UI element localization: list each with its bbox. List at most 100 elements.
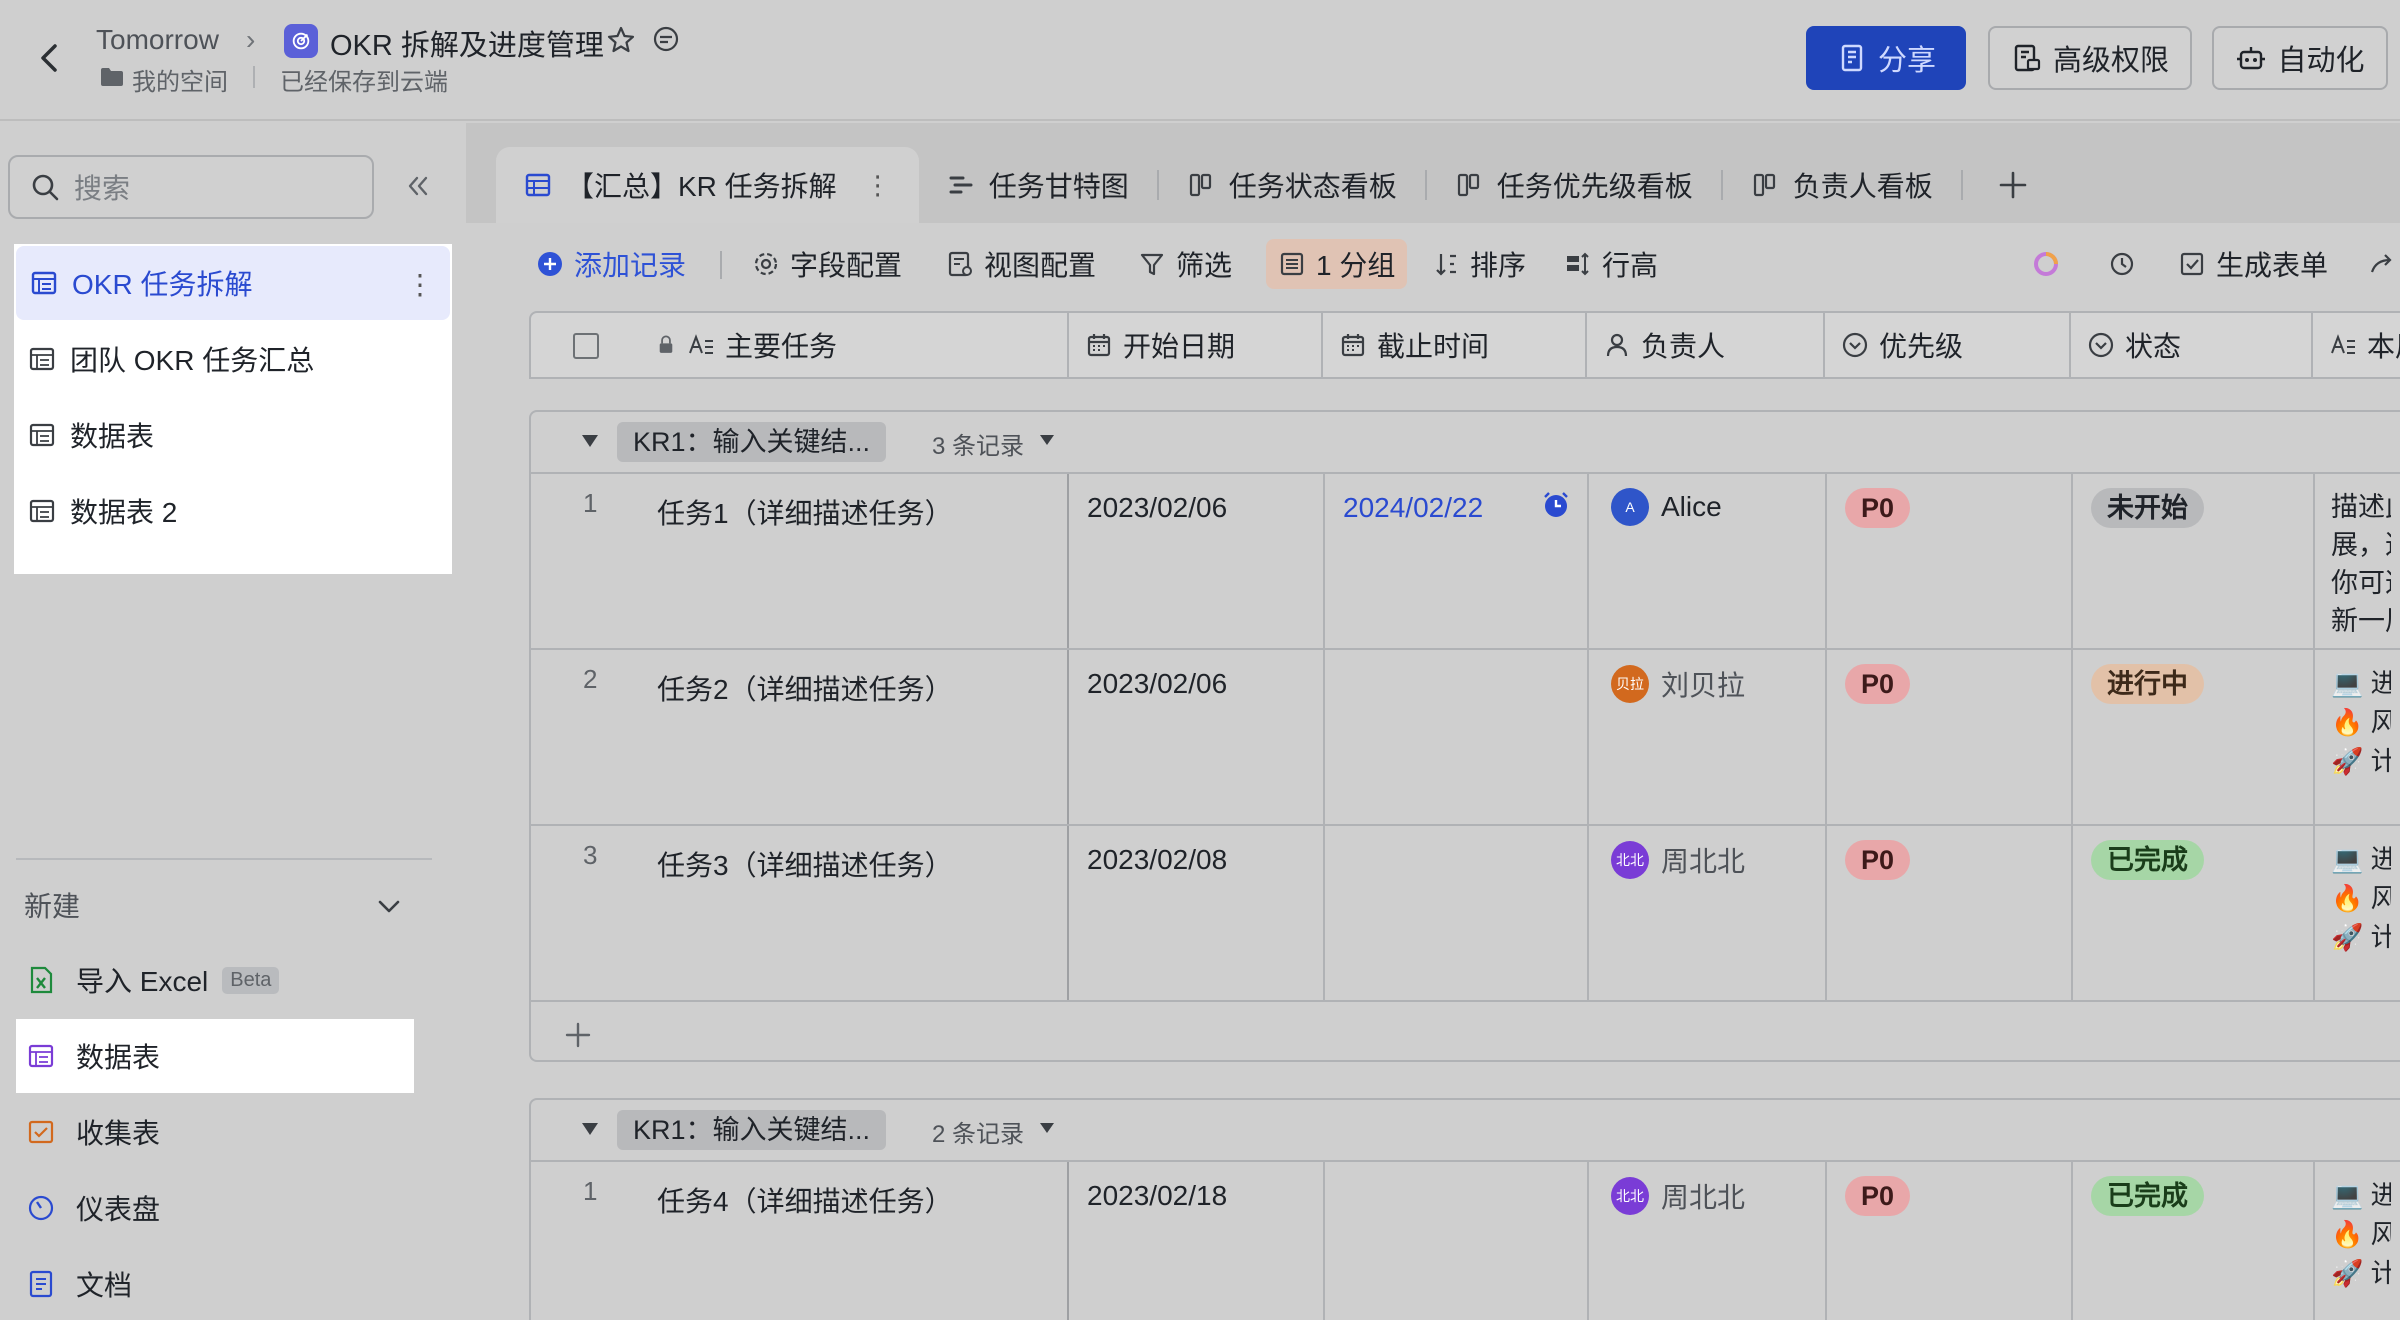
add-row-button[interactable] [531, 1002, 2400, 1064]
sidebar-item-team-okr[interactable]: 团队 OKR 任务汇总 [14, 322, 452, 396]
caret-down-icon[interactable] [1039, 434, 1055, 446]
caret-down-icon[interactable] [581, 434, 599, 448]
create-form-button[interactable]: 收集表 [16, 1095, 414, 1169]
column-title: 优先级 [1879, 331, 1964, 362]
owner-cell[interactable]: A Alice [1591, 474, 1827, 648]
view-config-button[interactable]: 视图配置 [946, 239, 1096, 289]
share-view-icon[interactable] [2368, 239, 2396, 289]
weekly-cell[interactable]: 💻 进 🔥 风 🚀 计 [2317, 650, 2400, 824]
sidebar-item-datatable-2[interactable]: 数据表 2 [14, 474, 452, 548]
comment-icon[interactable] [650, 24, 682, 56]
weekly-cell[interactable]: 💻 进 🔥 风 🚀 计 [2317, 826, 2400, 1000]
star-icon[interactable] [605, 24, 637, 56]
import-excel-button[interactable]: 导入 Excel Beta [16, 943, 414, 1017]
status-cell[interactable]: 未开始 [2075, 474, 2315, 648]
owner-name: 刘贝拉 [1661, 670, 1746, 701]
sidebar-item-datatable[interactable]: 数据表 [14, 398, 452, 472]
more-icon[interactable]: ⋮ [406, 268, 434, 300]
caret-down-icon[interactable] [1039, 1122, 1055, 1134]
tab-priority-kanban[interactable]: 任务优先级看板 [1427, 147, 1721, 223]
priority-cell[interactable]: P0 [1829, 474, 2073, 648]
field-config-button[interactable]: 字段配置 [752, 239, 902, 289]
start-date-cell[interactable]: 2023/02/06 [1071, 650, 1325, 824]
collapse-sidebar-icon[interactable] [402, 171, 432, 201]
create-item-label: 仪表盘 [76, 1194, 161, 1225]
row-height-button[interactable]: 行高 [1564, 239, 1658, 289]
status-cell[interactable]: 进行中 [2075, 650, 2315, 824]
weekly-cell[interactable]: 💻 进 🔥 风 🚀 计 [2317, 1162, 2400, 1320]
tab-gantt[interactable]: 任务甘特图 [919, 147, 1157, 223]
lock-icon [659, 335, 673, 353]
priority-cell[interactable]: P0 [1829, 1162, 2073, 1320]
column-header-priority[interactable]: 优先级 [1827, 313, 2071, 377]
date-value: 2023/02/06 [1087, 668, 1228, 699]
start-date-cell[interactable]: 2023/02/18 [1071, 1162, 1325, 1320]
table-row[interactable]: 2 任务2（详细描述任务） 2023/02/06 贝拉 刘贝拉 P0 进行中 💻… [531, 650, 2400, 826]
owner-cell[interactable]: 北北 周北北 [1591, 826, 1827, 1000]
single-select-icon [1842, 332, 1868, 358]
chevron-down-icon[interactable] [372, 889, 406, 923]
breadcrumb-workspace[interactable]: Tomorrow [96, 24, 219, 56]
due-date-cell[interactable] [1327, 650, 1589, 824]
create-dashboard-button[interactable]: 仪表盘 [16, 1171, 414, 1245]
generate-form-button[interactable]: 生成表单 [2178, 239, 2328, 289]
column-header-task[interactable]: 主要任务 [531, 313, 1069, 377]
due-date-cell[interactable] [1327, 1162, 1589, 1320]
calendar-icon [1087, 334, 1111, 357]
group-button[interactable]: 1 分组 [1266, 239, 1408, 289]
column-header-weekly[interactable]: 本周 [2315, 313, 2400, 377]
table-row[interactable]: 1 任务4（详细描述任务） 2023/02/18 北北 周北北 P0 已完成 💻… [531, 1162, 2400, 1320]
filter-button[interactable]: 筛选 [1138, 239, 1232, 289]
history-icon[interactable] [2108, 239, 2136, 289]
share-label: 分享 [1877, 45, 1936, 77]
create-doc-button[interactable]: 文档 [16, 1247, 414, 1320]
group-card: KR1：输入关键结... 3 条记录 1 任务1（详细描述任务） 2023/02… [529, 410, 2400, 1062]
tab-owner-kanban[interactable]: 负责人看板 [1723, 147, 1961, 223]
table-row[interactable]: 3 任务3（详细描述任务） 2023/02/08 北北 周北北 P0 已完成 💻… [531, 826, 2400, 1002]
doc-title[interactable]: OKR 拆解及进度管理 [330, 22, 604, 64]
select-all-checkbox[interactable] [573, 333, 599, 359]
status-cell[interactable]: 已完成 [2075, 826, 2315, 1000]
column-header-status[interactable]: 状态 [2073, 313, 2313, 377]
color-icon[interactable] [2032, 239, 2060, 289]
person-icon [1606, 333, 1628, 357]
priority-cell[interactable]: P0 [1829, 650, 2073, 824]
weekly-note: 💻 进 🔥 风 🚀 计 [2331, 664, 2391, 781]
more-icon[interactable]: ⋮ [865, 170, 891, 201]
column-header-owner[interactable]: 负责人 [1589, 313, 1825, 377]
add-record-button[interactable]: 添加记录 [536, 239, 686, 289]
start-date-cell[interactable]: 2023/02/08 [1071, 826, 1325, 1000]
automation-button[interactable]: 自动化 [2212, 26, 2388, 90]
group-icon [1280, 252, 1304, 276]
search-input[interactable]: 搜索 [8, 155, 374, 219]
group-header[interactable]: KR1：输入关键结... 3 条记录 [531, 412, 2400, 474]
alarm-icon[interactable] [1541, 490, 1571, 520]
caret-down-icon[interactable] [581, 1122, 599, 1136]
advanced-permissions-button[interactable]: 高级权限 [1988, 26, 2192, 90]
owner-cell[interactable]: 北北 周北北 [1591, 1162, 1827, 1320]
space-location[interactable]: 我的空间 [132, 62, 228, 97]
due-date-cell[interactable] [1327, 826, 1589, 1000]
sidebar-item-okr-tasks[interactable]: OKR 任务拆解 ⋮ [16, 246, 450, 320]
owner-cell[interactable]: 贝拉 刘贝拉 [1591, 650, 1827, 824]
status-cell[interactable]: 已完成 [2075, 1162, 2315, 1320]
create-datatable-button[interactable]: 数据表 [16, 1019, 414, 1093]
due-date-cell[interactable]: 2024/02/22 [1327, 474, 1589, 648]
sort-button[interactable]: 排序 [1432, 239, 1526, 289]
tab-summary-grid[interactable]: 【汇总】KR 任务拆解 ⋮ [496, 147, 919, 223]
table-row[interactable]: 1 任务1（详细描述任务） 2023/02/06 2024/02/22 A Al… [531, 474, 2400, 650]
group-header[interactable]: KR1：输入关键结... 2 条记录 [531, 1100, 2400, 1162]
note-line: 展，这 [2331, 530, 2391, 560]
group-label: 1 分组 [1316, 250, 1396, 281]
back-icon[interactable] [30, 38, 70, 78]
share-button[interactable]: 分享 [1806, 26, 1966, 90]
start-date-cell[interactable]: 2023/02/06 [1071, 474, 1325, 648]
create-item-label: 文档 [76, 1270, 133, 1301]
divider [16, 858, 432, 860]
column-header-due[interactable]: 截止时间 [1325, 313, 1587, 377]
weekly-cell[interactable]: 描述此 展，这 你可这 新一周 [2317, 474, 2400, 648]
tab-status-kanban[interactable]: 任务状态看板 [1159, 147, 1425, 223]
column-header-start-date[interactable]: 开始日期 [1071, 313, 1323, 377]
add-view-icon[interactable] [1993, 165, 2033, 205]
priority-cell[interactable]: P0 [1829, 826, 2073, 1000]
